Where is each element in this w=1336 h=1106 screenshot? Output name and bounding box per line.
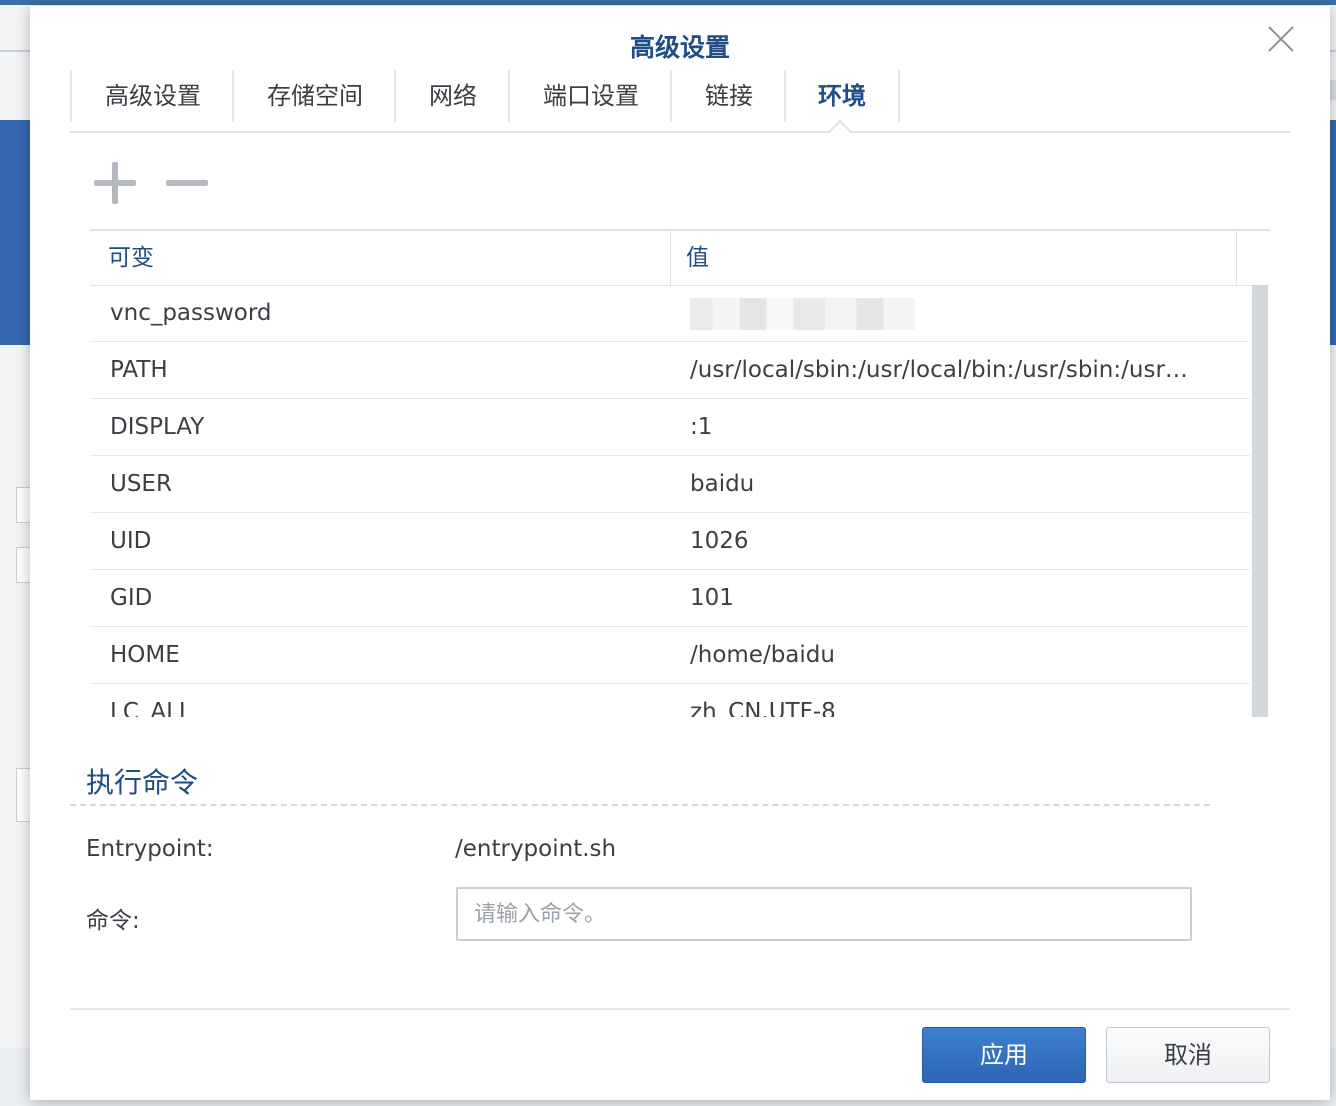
variable-name: GID xyxy=(110,585,153,611)
background-top-bar xyxy=(0,0,1336,5)
table-scrollbar[interactable] xyxy=(1252,285,1268,717)
add-variable-button[interactable] xyxy=(94,162,138,206)
variable-name: UID xyxy=(110,528,152,554)
variable-name: LC_ALL xyxy=(110,699,192,717)
close-icon[interactable] xyxy=(1266,24,1296,54)
column-divider xyxy=(670,231,671,285)
table-row[interactable]: UID 1026 xyxy=(90,513,1250,570)
tab-port-settings[interactable]: 端口设置 xyxy=(508,70,672,122)
variable-name: USER xyxy=(110,471,172,497)
variable-name: vnc_password xyxy=(110,300,272,326)
table-row[interactable]: GID 101 xyxy=(90,570,1250,627)
table-header: 可变 值 xyxy=(90,229,1270,286)
variable-value: :1 xyxy=(690,414,713,440)
entrypoint-value: /entrypoint.sh xyxy=(455,836,617,862)
background-edge xyxy=(1330,80,1336,100)
entrypoint-label: Entrypoint: xyxy=(86,836,214,862)
table-row[interactable]: HOME /home/baidu xyxy=(90,627,1250,684)
variable-value: 101 xyxy=(690,585,734,611)
section-divider xyxy=(70,804,1210,806)
variable-value: zh_CN.UTF-8 xyxy=(690,699,836,717)
tab-links[interactable]: 链接 xyxy=(670,70,786,122)
variable-value: baidu xyxy=(690,471,755,497)
column-divider xyxy=(1236,231,1237,285)
tab-advanced-settings[interactable]: 高级设置 xyxy=(70,70,234,122)
footer-divider xyxy=(70,1008,1290,1010)
command-label: 命令: xyxy=(86,908,140,934)
variable-name: HOME xyxy=(110,642,180,668)
section-title-command: 执行命令 xyxy=(86,766,199,799)
table-row[interactable]: LC_ALL zh_CN.UTF-8 xyxy=(90,684,1250,717)
advanced-settings-dialog: 高级设置 高级设置 存储空间 网络 端口设置 链接 环境 可变 值 vnc_pa… xyxy=(30,6,1330,1100)
remove-variable-button[interactable] xyxy=(166,162,210,206)
tab-network[interactable]: 网络 xyxy=(394,70,510,122)
table-row[interactable]: vnc_password xyxy=(90,285,1250,342)
table-row[interactable]: PATH /usr/local/sbin:/usr/local/bin:/usr… xyxy=(90,342,1250,399)
column-header-value[interactable]: 值 xyxy=(686,231,709,285)
tab-environment[interactable]: 环境 xyxy=(784,70,900,122)
variable-value: /usr/local/sbin:/usr/local/bin:/usr/sbin… xyxy=(690,357,1188,383)
variable-value: 1026 xyxy=(690,528,749,554)
table-row[interactable]: DISPLAY :1 xyxy=(90,399,1250,456)
column-header-variable[interactable]: 可变 xyxy=(108,231,154,285)
environment-table: 可变 值 vnc_password PATH /usr/local/sbin:/… xyxy=(90,229,1270,717)
tab-storage[interactable]: 存储空间 xyxy=(232,70,396,122)
variable-name: PATH xyxy=(110,357,168,383)
apply-button[interactable]: 应用 xyxy=(922,1027,1086,1083)
variable-value-masked xyxy=(690,285,1240,341)
variable-value: /home/baidu xyxy=(690,642,835,668)
command-input[interactable] xyxy=(456,887,1192,941)
dialog-title: 高级设置 xyxy=(629,33,730,62)
redacted-value xyxy=(690,297,915,330)
tab-bar: 高级设置 存储空间 网络 端口设置 链接 环境 xyxy=(70,70,1290,133)
variable-name: DISPLAY xyxy=(110,414,205,440)
table-body: vnc_password PATH /usr/local/sbin:/usr/l… xyxy=(90,285,1270,717)
cancel-button[interactable]: 取消 xyxy=(1106,1027,1270,1083)
table-row[interactable]: USER baidu xyxy=(90,456,1250,513)
